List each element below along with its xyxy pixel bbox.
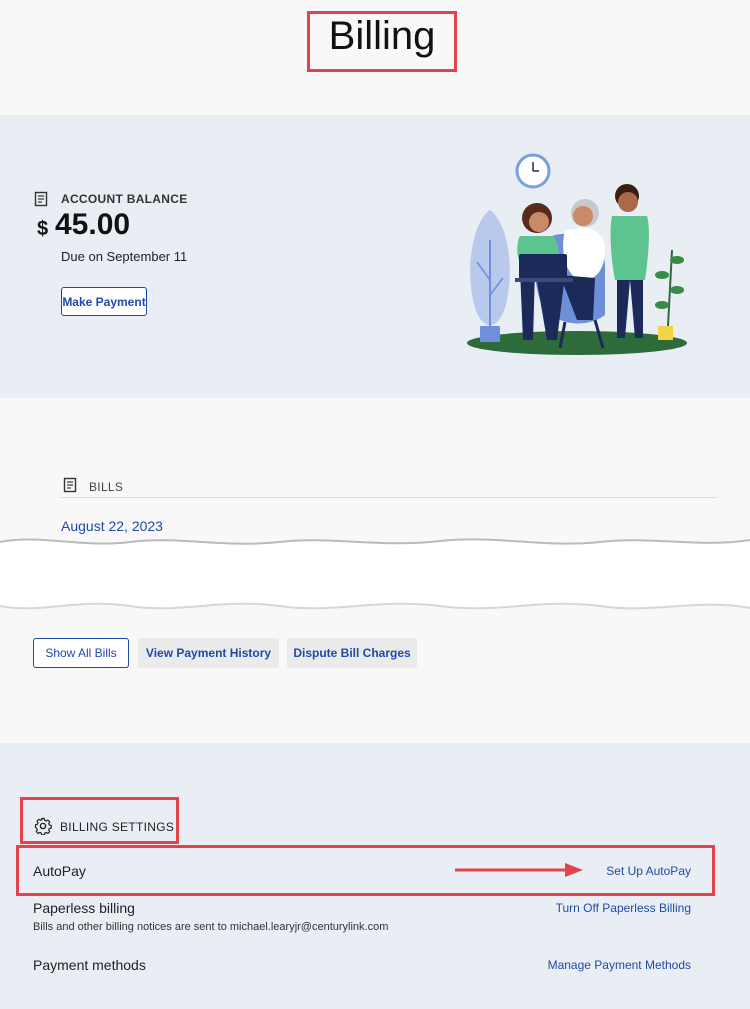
make-payment-button[interactable]: Make Payment bbox=[61, 287, 147, 316]
set-up-autopay-link[interactable]: Set Up AutoPay bbox=[560, 864, 691, 878]
billing-settings-label: BILLING SETTINGS bbox=[60, 820, 175, 834]
payment-methods-title: Payment methods bbox=[33, 957, 146, 973]
currency-symbol: $ bbox=[37, 218, 49, 240]
bills-divider bbox=[60, 497, 717, 498]
balance-amount: 45.00 bbox=[55, 208, 131, 241]
page-title: Billing bbox=[328, 14, 436, 58]
receipt-icon bbox=[34, 191, 48, 207]
bills-label: BILLS bbox=[89, 480, 124, 494]
view-payment-history-button[interactable]: View Payment History bbox=[138, 638, 279, 668]
account-balance-label: ACCOUNT BALANCE bbox=[61, 192, 188, 206]
manage-payment-methods-link[interactable]: Manage Payment Methods bbox=[520, 958, 691, 972]
show-all-bills-button[interactable]: Show All Bills bbox=[33, 638, 129, 668]
torn-edge-divider bbox=[0, 538, 750, 610]
autopay-title: AutoPay bbox=[33, 863, 86, 879]
dispute-bill-charges-button[interactable]: Dispute Bill Charges bbox=[287, 638, 417, 668]
due-date-text: Due on September 11 bbox=[61, 249, 188, 264]
paperless-description: Bills and other billing notices are sent… bbox=[33, 921, 389, 933]
paperless-title: Paperless billing bbox=[33, 900, 135, 916]
family-illustration bbox=[467, 153, 687, 355]
bill-date-link[interactable]: August 22, 2023 bbox=[61, 518, 163, 534]
turn-off-paperless-link[interactable]: Turn Off Paperless Billing bbox=[520, 901, 691, 915]
gear-icon bbox=[34, 817, 52, 835]
bills-receipt-icon bbox=[63, 477, 77, 493]
